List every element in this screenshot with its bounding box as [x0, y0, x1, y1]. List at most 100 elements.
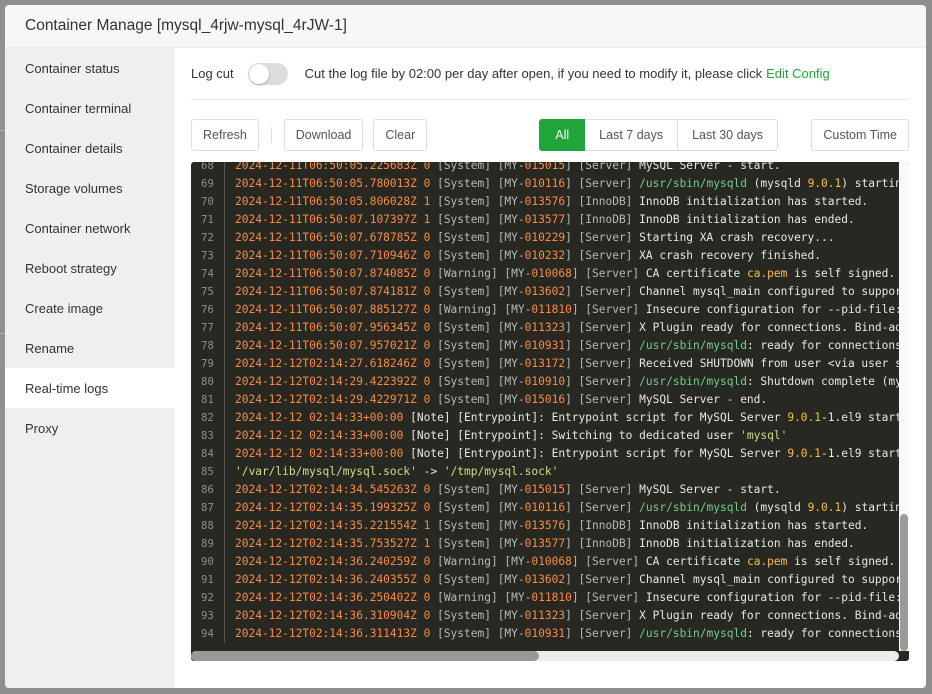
- log-timestamp: 2024-12-12 02:14:33+00:00: [235, 447, 404, 460]
- log-tag: [Note] [Entrypoint]:: [403, 411, 552, 424]
- log-message: : ready for connections.: [746, 339, 909, 352]
- log-code: 010931: [524, 339, 566, 352]
- clear-button[interactable]: Clear: [373, 119, 428, 151]
- log-thread-id: 1: [416, 195, 431, 208]
- log-code: 010068: [531, 267, 572, 280]
- log-cut-description: Cut the log file by 02:00 per day after …: [304, 66, 763, 81]
- horizontal-scrollbar-thumb[interactable]: [191, 651, 539, 661]
- log-token: '/var/lib/mysql/mysql.sock': [235, 465, 417, 478]
- logs-panel: Log cut Cut the log file by 02:00 per da…: [175, 48, 926, 688]
- log-message: 9.0.1: [807, 501, 842, 514]
- edit-config-link[interactable]: Edit Config: [766, 66, 830, 81]
- sidebar-item-proxy[interactable]: Proxy: [5, 408, 175, 448]
- log-timestamp: 2024-12-12T02:14:36.240355Z: [235, 573, 417, 586]
- log-subsystem: ] [Server]: [565, 357, 640, 370]
- log-level: [System] [MY-: [430, 321, 525, 334]
- download-button[interactable]: Download: [283, 119, 364, 151]
- log-subsystem: ] [Server]: [565, 501, 640, 514]
- line-number: 72: [191, 229, 225, 247]
- log-message: /usr/sbin/mysqld: [639, 375, 747, 388]
- log-level: [System] [MY-: [430, 483, 525, 496]
- line-number: 80: [191, 373, 225, 391]
- log-level: [System] [MY-: [430, 357, 525, 370]
- log-thread-id: 1: [416, 519, 431, 532]
- log-timestamp: 2024-12-12T02:14:34.545263Z: [235, 483, 417, 496]
- sidebar-item-storage-volumes[interactable]: Storage volumes: [5, 168, 175, 208]
- log-line: 83 2024-12-12 02:14:33+00:00 [Note] [Entr…: [191, 427, 899, 445]
- line-number: 82: [191, 409, 225, 427]
- line-number: 69: [191, 175, 225, 193]
- log-level: [Warning] [MY-: [430, 267, 532, 280]
- log-timestamp: 2024-12-11T06:50:07.710946Z: [235, 249, 417, 262]
- log-code: 013577: [524, 537, 566, 550]
- log-viewer[interactable]: 68 2024-12-11T06:50:05.225683Z 0 [System]…: [191, 162, 909, 661]
- log-timestamp: 2024-12-12T02:14:36.311413Z: [235, 627, 417, 640]
- log-toolbar: Refresh Download Clear All Last 7 days L…: [191, 100, 909, 170]
- log-text: 2024-12-12T02:14:35.221554Z 1 [System] […: [235, 517, 868, 535]
- log-message: /usr/sbin/mysqld: [639, 627, 747, 640]
- range-all-button[interactable]: All: [539, 119, 586, 151]
- log-timestamp: 2024-12-11T06:50:07.874085Z: [235, 267, 417, 280]
- range-last-30-days-button[interactable]: Last 30 days: [678, 119, 778, 151]
- log-level: [System] [MY-: [430, 573, 525, 586]
- vertical-scrollbar-thumb[interactable]: [900, 514, 908, 651]
- sidebar-item-container-status[interactable]: Container status: [5, 48, 175, 88]
- log-code: 011810: [531, 303, 572, 316]
- log-message: is self signed.: [787, 267, 896, 280]
- log-thread-id: 1: [416, 537, 431, 550]
- log-level: [Warning] [MY-: [430, 591, 532, 604]
- log-code: 013172: [524, 357, 566, 370]
- line-number: 94: [191, 625, 225, 643]
- sidebar-item-rename[interactable]: Rename: [5, 328, 175, 368]
- log-level: [System] [MY-: [430, 231, 525, 244]
- log-thread-id: 0: [416, 303, 431, 316]
- log-level: [System] [MY-: [430, 393, 525, 406]
- log-timestamp: 2024-12-12T02:14:35.753527Z: [235, 537, 417, 550]
- line-number: 71: [191, 211, 225, 229]
- log-thread-id: 0: [416, 249, 431, 262]
- log-text: '/var/lib/mysql/mysql.sock' -> '/tmp/mys…: [235, 463, 558, 481]
- sidebar-item-container-network[interactable]: Container network: [5, 208, 175, 248]
- custom-time-button[interactable]: Custom Time: [811, 119, 909, 151]
- sidebar-item-container-terminal[interactable]: Container terminal: [5, 88, 175, 128]
- log-thread-id: 1: [416, 213, 431, 226]
- log-text: 2024-12-11T06:50:07.957021Z 0 [System] […: [235, 337, 909, 355]
- log-timestamp: 2024-12-12T02:14:35.199325Z: [235, 501, 417, 514]
- log-text: 2024-12-11T06:50:07.956345Z 0 [System] […: [235, 319, 909, 337]
- log-code: 015015: [524, 483, 566, 496]
- log-level: [System] [MY-: [430, 375, 525, 388]
- sidebar-item-container-details[interactable]: Container details: [5, 128, 175, 168]
- log-level: [System] [MY-: [430, 285, 525, 298]
- log-line: 70 2024-12-11T06:50:05.806028Z 1 [System]…: [191, 193, 899, 211]
- line-number: 91: [191, 571, 225, 589]
- log-line: 73 2024-12-11T06:50:07.710946Z 0 [System]…: [191, 247, 899, 265]
- log-thread-id: 0: [416, 357, 431, 370]
- log-subsystem: ] [Server]: [571, 267, 646, 280]
- log-line: 87 2024-12-12T02:14:35.199325Z 0 [System]…: [191, 499, 909, 517]
- log-subsystem: ] [InnoDB]: [565, 213, 640, 226]
- log-subsystem: ] [Server]: [565, 285, 640, 298]
- log-message: : ready for connections.: [746, 627, 909, 640]
- line-number: 70: [191, 193, 225, 211]
- sidebar-item-real-time-logs[interactable]: Real-time logs: [5, 368, 175, 408]
- log-line: 89 2024-12-12T02:14:35.753527Z 1 [System]…: [191, 535, 899, 553]
- log-subsystem: ] [Server]: [565, 375, 640, 388]
- log-cut-toggle[interactable]: [247, 62, 288, 85]
- range-last-7-days-button[interactable]: Last 7 days: [585, 119, 679, 151]
- refresh-button[interactable]: Refresh: [191, 119, 259, 151]
- log-subsystem: ] [InnoDB]: [565, 519, 640, 532]
- vertical-scrollbar[interactable]: [899, 162, 909, 651]
- log-timestamp: 2024-12-11T06:50:07.678785Z: [235, 231, 417, 244]
- log-message: ca.pem: [746, 267, 788, 280]
- log-message: Switching to dedicated user: [551, 429, 741, 442]
- log-text: 2024-12-11T06:50:07.107397Z 1 [System] […: [235, 211, 855, 229]
- log-level: [System] [MY-: [430, 501, 525, 514]
- horizontal-scrollbar[interactable]: [191, 651, 899, 661]
- sidebar-item-reboot-strategy[interactable]: Reboot strategy: [5, 248, 175, 288]
- log-message: Starting XA crash recovery...: [639, 231, 835, 244]
- sidebar-item-create-image[interactable]: Create image: [5, 288, 175, 328]
- log-message: MySQL Server - start.: [639, 162, 781, 172]
- log-level: [System] [MY-: [430, 213, 525, 226]
- log-line: 84 2024-12-12 02:14:33+00:00 [Note] [Entr…: [191, 445, 909, 463]
- line-number: 86: [191, 481, 225, 499]
